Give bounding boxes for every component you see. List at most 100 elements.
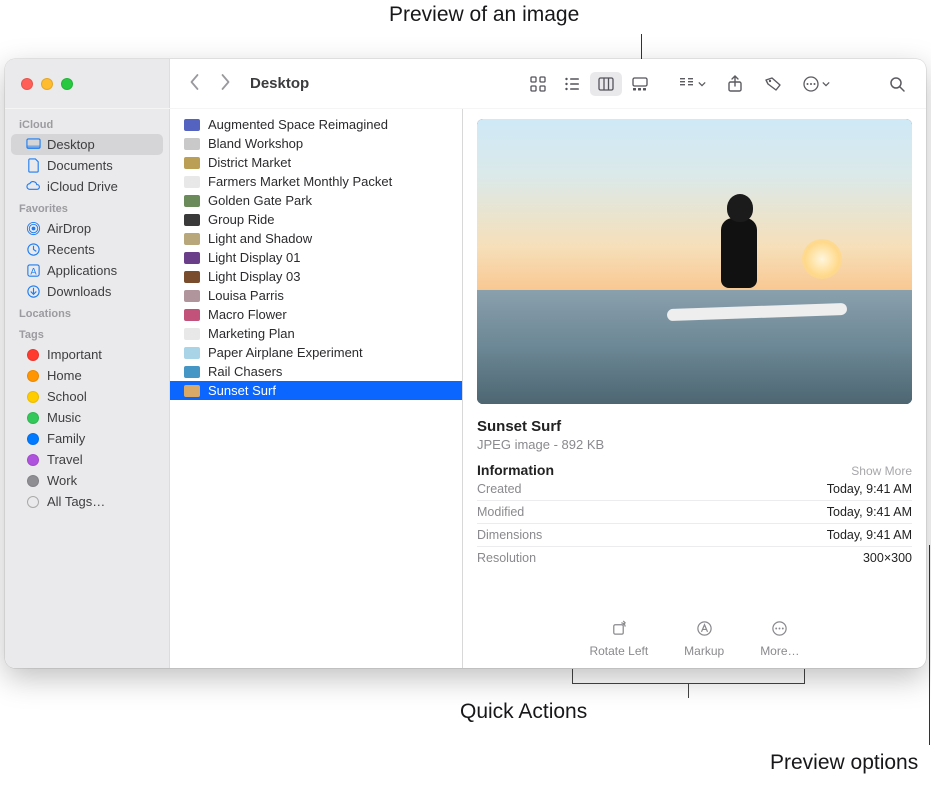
sidebar-tag-item[interactable]: Music — [11, 407, 163, 428]
info-value: Today, 9:41 AM — [827, 482, 912, 496]
view-columns[interactable] — [590, 72, 622, 96]
markup-button[interactable]: Markup — [684, 620, 724, 658]
info-key: Modified — [477, 505, 524, 519]
file-thumbnail-icon — [184, 233, 200, 245]
sidebar-tag-item[interactable]: Home — [11, 365, 163, 386]
file-name: Group Ride — [208, 212, 274, 227]
sidebar-item-label: Home — [47, 368, 82, 383]
file-row[interactable]: Louisa Parris — [170, 286, 462, 305]
toolbar: Desktop — [5, 59, 926, 109]
file-name: Augmented Space Reimagined — [208, 117, 388, 132]
quick-actions: Rotate Left Markup More… — [477, 606, 912, 658]
info-row: Resolution300×300 — [477, 546, 912, 569]
file-thumbnail-icon — [184, 214, 200, 226]
more-quick-actions-button[interactable]: More… — [760, 620, 799, 658]
markup-icon — [696, 620, 713, 640]
file-name: District Market — [208, 155, 291, 170]
sidebar-item-label: Desktop — [47, 137, 95, 152]
sidebar-section-icloud: iCloud — [5, 113, 169, 134]
nav-forward-icon[interactable] — [219, 73, 232, 94]
file-row[interactable]: Marketing Plan — [170, 324, 462, 343]
sidebar-tag-item[interactable]: School — [11, 386, 163, 407]
minimize-window[interactable] — [41, 78, 53, 90]
tag-color-icon — [25, 433, 41, 445]
svg-text:A: A — [30, 266, 37, 276]
file-row[interactable]: Light Display 01 — [170, 248, 462, 267]
callout-line — [688, 684, 689, 698]
file-name: Light Display 03 — [208, 269, 301, 284]
preview-subtitle: JPEG image - 892 KB — [477, 437, 912, 452]
file-name: Farmers Market Monthly Packet — [208, 174, 392, 189]
cloud-icon — [25, 179, 41, 194]
sidebar-item-applications[interactable]: A Applications — [11, 260, 163, 281]
info-value: Today, 9:41 AM — [827, 505, 912, 519]
file-thumbnail-icon — [184, 157, 200, 169]
sidebar-item-label: Family — [47, 431, 85, 446]
rotate-left-icon — [610, 620, 627, 640]
file-name: Sunset Surf — [208, 383, 276, 398]
quick-action-label: Rotate Left — [589, 644, 648, 658]
share-icon[interactable] — [726, 75, 744, 93]
file-row[interactable]: District Market — [170, 153, 462, 172]
file-row[interactable]: Paper Airplane Experiment — [170, 343, 462, 362]
file-row[interactable]: Augmented Space Reimagined — [170, 115, 462, 134]
file-column: Augmented Space Reimagined Bland Workshop… — [170, 109, 463, 668]
tag-icon[interactable] — [764, 75, 782, 93]
clock-icon — [25, 242, 41, 257]
sidebar-item-icloud-drive[interactable]: iCloud Drive — [11, 176, 163, 197]
file-name: Macro Flower — [208, 307, 287, 322]
group-by-icon[interactable] — [678, 75, 706, 93]
file-name: Marketing Plan — [208, 326, 295, 341]
file-row[interactable]: Rail Chasers — [170, 362, 462, 381]
file-row[interactable]: Group Ride — [170, 210, 462, 229]
sidebar-item-label: iCloud Drive — [47, 179, 118, 194]
sidebar-item-label: Downloads — [47, 284, 111, 299]
sidebar-item-label: Applications — [47, 263, 117, 278]
file-name: Louisa Parris — [208, 288, 284, 303]
info-key: Created — [477, 482, 521, 496]
view-icon-grid[interactable] — [522, 72, 554, 96]
view-switcher — [522, 72, 656, 96]
file-row[interactable]: Farmers Market Monthly Packet — [170, 172, 462, 191]
sidebar-item-recents[interactable]: Recents — [11, 239, 163, 260]
sidebar-tag-item[interactable]: Travel — [11, 449, 163, 470]
callout-preview-options: Preview options — [770, 751, 918, 775]
file-thumbnail-icon — [184, 176, 200, 188]
sidebar-tag-item[interactable]: All Tags… — [11, 491, 163, 512]
more-actions-icon[interactable] — [802, 75, 830, 93]
sidebar-section-tags: Tags — [5, 323, 169, 344]
sidebar-tag-item[interactable]: Family — [11, 428, 163, 449]
rotate-left-button[interactable]: Rotate Left — [589, 620, 648, 658]
sidebar-tag-item[interactable]: Work — [11, 470, 163, 491]
close-window[interactable] — [21, 78, 33, 90]
show-more-button[interactable]: Show More — [851, 464, 912, 478]
tag-color-icon — [25, 391, 41, 403]
quick-action-label: Markup — [684, 644, 724, 658]
window-controls — [5, 59, 170, 108]
sidebar-item-downloads[interactable]: Downloads — [11, 281, 163, 302]
file-name: Bland Workshop — [208, 136, 303, 151]
file-row[interactable]: Golden Gate Park — [170, 191, 462, 210]
window-body: iCloud Desktop Documents iCloud Drive Fa… — [5, 109, 926, 668]
file-thumbnail-icon — [184, 290, 200, 302]
sidebar-tag-item[interactable]: Important — [11, 344, 163, 365]
file-name: Light and Shadow — [208, 231, 312, 246]
sidebar-item-documents[interactable]: Documents — [11, 155, 163, 176]
fullscreen-window[interactable] — [61, 78, 73, 90]
view-gallery[interactable] — [624, 72, 656, 96]
sidebar-item-desktop[interactable]: Desktop — [11, 134, 163, 155]
file-row[interactable]: Macro Flower — [170, 305, 462, 324]
info-row: Created Today, 9:41 AM — [477, 478, 912, 500]
file-row[interactable]: Bland Workshop — [170, 134, 462, 153]
nav-back-icon[interactable] — [188, 73, 201, 94]
search-icon[interactable] — [888, 75, 906, 93]
file-row[interactable]: Sunset Surf — [170, 381, 462, 400]
tag-color-icon — [25, 370, 41, 382]
info-row: Modified Today, 9:41 AM — [477, 500, 912, 523]
preview-filename: Sunset Surf — [477, 418, 912, 435]
file-row[interactable]: Light and Shadow — [170, 229, 462, 248]
view-list[interactable] — [556, 72, 588, 96]
sidebar-item-airdrop[interactable]: AirDrop — [11, 218, 163, 239]
sidebar-item-label: Recents — [47, 242, 95, 257]
file-row[interactable]: Light Display 03 — [170, 267, 462, 286]
